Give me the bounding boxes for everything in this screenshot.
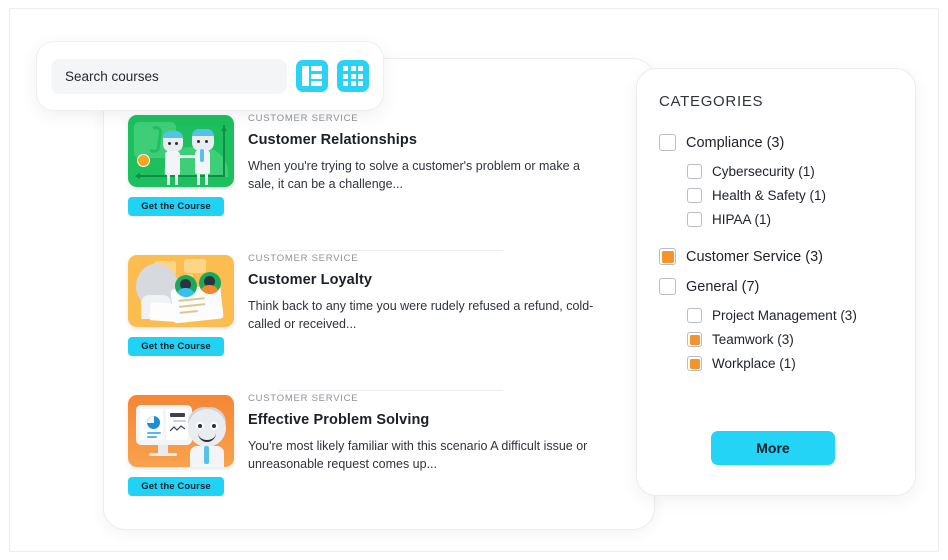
category-group-spacer	[659, 236, 893, 248]
course-thumbnail-column: Get the Course	[120, 391, 248, 496]
category-item-compliance[interactable]: Compliance (3)	[659, 134, 893, 151]
categories-panel: CATEGORIES Compliance (3) Cybersecurity …	[636, 68, 916, 496]
checkbox-icon[interactable]	[659, 134, 676, 151]
monitor-person-illustration	[128, 395, 234, 467]
course-text-column: CUSTOMER SERVICE Customer Relationships …	[248, 111, 638, 193]
more-button[interactable]: More	[711, 431, 835, 465]
course-list-item[interactable]: Get the Course CUSTOMER SERVICE Effectiv…	[120, 391, 638, 529]
checkbox-icon[interactable]	[659, 248, 676, 265]
course-title: Customer Loyalty	[248, 272, 373, 288]
category-label: Customer Service (3)	[686, 248, 823, 265]
page-root: Get the Course CUSTOMER SERVICE Customer…	[0, 0, 948, 560]
category-label: Teamwork (3)	[712, 332, 794, 347]
course-title: Effective Problem Solving	[248, 412, 430, 428]
category-label: HIPAA (1)	[712, 212, 772, 227]
category-item-health-safety[interactable]: Health & Safety (1)	[659, 188, 893, 203]
course-text-column: CUSTOMER SERVICE Customer Loyalty Think …	[248, 251, 638, 333]
course-title: Customer Relationships	[248, 132, 417, 148]
course-text-column: CUSTOMER SERVICE Effective Problem Solvi…	[248, 391, 638, 473]
course-thumbnail-column: Get the Course	[120, 251, 248, 356]
category-item-teamwork[interactable]: Teamwork (3)	[659, 332, 893, 347]
get-the-course-button[interactable]: Get the Course	[128, 477, 224, 496]
search-input[interactable]	[51, 58, 287, 94]
course-list-card: Get the Course CUSTOMER SERVICE Customer…	[103, 58, 655, 530]
course-description: You're most likely familiar with this sc…	[248, 439, 588, 471]
course-description: Think back to any time you were rudely r…	[248, 299, 594, 331]
category-item-hipaa[interactable]: HIPAA (1)	[659, 212, 893, 227]
category-label: Project Management (3)	[712, 308, 857, 323]
course-description: When you're trying to solve a customer's…	[248, 159, 580, 191]
category-label: Health & Safety (1)	[712, 188, 827, 203]
category-label: Compliance (3)	[686, 134, 785, 151]
categories-heading: CATEGORIES	[659, 93, 764, 110]
checkbox-icon[interactable]	[687, 212, 702, 227]
course-list: Get the Course CUSTOMER SERVICE Customer…	[104, 111, 654, 529]
checkbox-icon[interactable]	[659, 278, 676, 295]
course-list-item[interactable]: Get the Course CUSTOMER SERVICE Customer…	[120, 111, 638, 251]
get-the-course-button[interactable]: Get the Course	[128, 337, 224, 356]
category-item-cybersecurity[interactable]: Cybersecurity (1)	[659, 164, 893, 179]
category-item-customer-service[interactable]: Customer Service (3)	[659, 248, 893, 265]
category-label: General (7)	[686, 278, 760, 295]
category-item-general[interactable]: General (7)	[659, 278, 893, 295]
course-thumbnail-column: Get the Course	[120, 111, 248, 216]
category-item-workplace[interactable]: Workplace (1)	[659, 356, 893, 371]
search-bar-card	[36, 41, 384, 111]
list-view-icon[interactable]	[296, 60, 328, 92]
course-category-label: CUSTOMER SERVICE	[248, 253, 359, 264]
grid-view-icon[interactable]	[337, 60, 369, 92]
money-handshake-illustration	[128, 115, 234, 187]
letters-feedback-illustration	[128, 255, 234, 327]
course-category-label: CUSTOMER SERVICE	[248, 393, 359, 404]
checkbox-icon[interactable]	[687, 308, 702, 323]
get-the-course-button[interactable]: Get the Course	[128, 197, 224, 216]
checkbox-icon[interactable]	[687, 188, 702, 203]
checkbox-icon[interactable]	[687, 164, 702, 179]
category-label: Workplace (1)	[712, 356, 796, 371]
category-item-project-management[interactable]: Project Management (3)	[659, 308, 893, 323]
course-category-label: CUSTOMER SERVICE	[248, 113, 359, 124]
list-view-glyph	[302, 66, 322, 86]
grid-view-glyph	[343, 66, 363, 86]
checkbox-icon[interactable]	[687, 356, 702, 371]
course-list-item[interactable]: Get the Course CUSTOMER SERVICE Customer…	[120, 251, 638, 391]
checkbox-icon[interactable]	[687, 332, 702, 347]
category-label: Cybersecurity (1)	[712, 164, 815, 179]
